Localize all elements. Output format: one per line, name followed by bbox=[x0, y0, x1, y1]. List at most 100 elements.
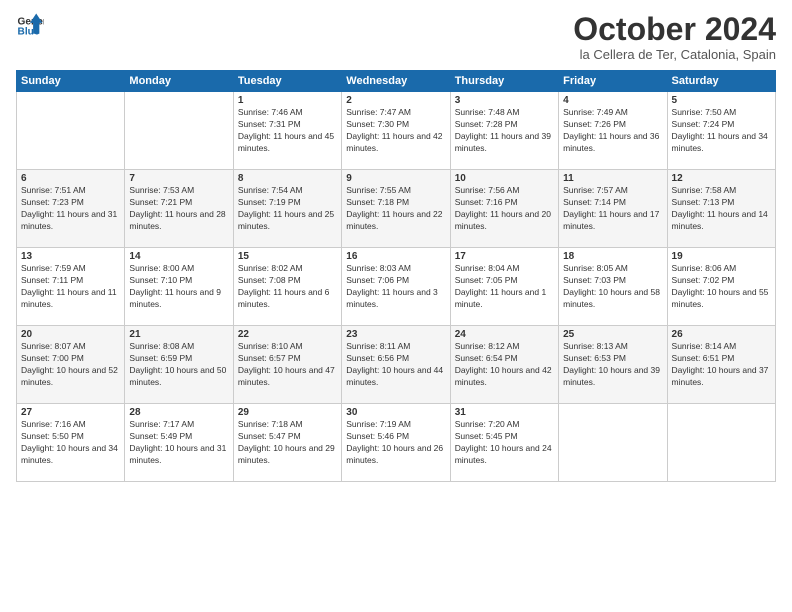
day-number: 9 bbox=[346, 173, 445, 184]
calendar-cell: 18Sunrise: 8:05 AMSunset: 7:03 PMDayligh… bbox=[559, 248, 667, 326]
day-number: 30 bbox=[346, 407, 445, 418]
day-info: Sunrise: 7:51 AMSunset: 7:23 PMDaylight:… bbox=[21, 185, 120, 233]
calendar-cell: 14Sunrise: 8:00 AMSunset: 7:10 PMDayligh… bbox=[125, 248, 233, 326]
day-info: Sunrise: 7:53 AMSunset: 7:21 PMDaylight:… bbox=[129, 185, 228, 233]
weekday-header-thursday: Thursday bbox=[450, 71, 558, 92]
calendar-cell: 16Sunrise: 8:03 AMSunset: 7:06 PMDayligh… bbox=[342, 248, 450, 326]
day-number: 10 bbox=[455, 173, 554, 184]
day-number: 8 bbox=[238, 173, 337, 184]
day-number: 7 bbox=[129, 173, 228, 184]
calendar-page: General Blue October 2024 la Cellera de … bbox=[0, 0, 792, 612]
day-info: Sunrise: 8:12 AMSunset: 6:54 PMDaylight:… bbox=[455, 341, 554, 389]
logo-icon: General Blue bbox=[16, 12, 44, 40]
calendar-cell: 22Sunrise: 8:10 AMSunset: 6:57 PMDayligh… bbox=[233, 326, 341, 404]
calendar-cell: 23Sunrise: 8:11 AMSunset: 6:56 PMDayligh… bbox=[342, 326, 450, 404]
calendar-cell: 21Sunrise: 8:08 AMSunset: 6:59 PMDayligh… bbox=[125, 326, 233, 404]
weekday-header-sunday: Sunday bbox=[17, 71, 125, 92]
day-info: Sunrise: 7:59 AMSunset: 7:11 PMDaylight:… bbox=[21, 263, 120, 311]
day-number: 24 bbox=[455, 329, 554, 340]
day-number: 3 bbox=[455, 95, 554, 106]
day-info: Sunrise: 7:56 AMSunset: 7:16 PMDaylight:… bbox=[455, 185, 554, 233]
weekday-header-friday: Friday bbox=[559, 71, 667, 92]
day-number: 12 bbox=[672, 173, 771, 184]
calendar-cell: 24Sunrise: 8:12 AMSunset: 6:54 PMDayligh… bbox=[450, 326, 558, 404]
week-row-2: 6Sunrise: 7:51 AMSunset: 7:23 PMDaylight… bbox=[17, 170, 776, 248]
day-number: 11 bbox=[563, 173, 662, 184]
logo: General Blue bbox=[16, 12, 44, 40]
week-row-5: 27Sunrise: 7:16 AMSunset: 5:50 PMDayligh… bbox=[17, 404, 776, 482]
calendar-cell: 3Sunrise: 7:48 AMSunset: 7:28 PMDaylight… bbox=[450, 92, 558, 170]
calendar-cell bbox=[559, 404, 667, 482]
day-number: 15 bbox=[238, 251, 337, 262]
day-info: Sunrise: 7:16 AMSunset: 5:50 PMDaylight:… bbox=[21, 419, 120, 467]
day-info: Sunrise: 7:57 AMSunset: 7:14 PMDaylight:… bbox=[563, 185, 662, 233]
month-title: October 2024 bbox=[573, 12, 776, 47]
title-area: October 2024 la Cellera de Ter, Cataloni… bbox=[573, 12, 776, 62]
day-info: Sunrise: 8:11 AMSunset: 6:56 PMDaylight:… bbox=[346, 341, 445, 389]
weekday-header-tuesday: Tuesday bbox=[233, 71, 341, 92]
week-row-3: 13Sunrise: 7:59 AMSunset: 7:11 PMDayligh… bbox=[17, 248, 776, 326]
calendar-cell: 6Sunrise: 7:51 AMSunset: 7:23 PMDaylight… bbox=[17, 170, 125, 248]
calendar-cell: 12Sunrise: 7:58 AMSunset: 7:13 PMDayligh… bbox=[667, 170, 775, 248]
calendar-cell: 10Sunrise: 7:56 AMSunset: 7:16 PMDayligh… bbox=[450, 170, 558, 248]
day-number: 19 bbox=[672, 251, 771, 262]
day-number: 28 bbox=[129, 407, 228, 418]
day-info: Sunrise: 8:10 AMSunset: 6:57 PMDaylight:… bbox=[238, 341, 337, 389]
day-number: 26 bbox=[672, 329, 771, 340]
day-number: 14 bbox=[129, 251, 228, 262]
day-number: 4 bbox=[563, 95, 662, 106]
day-info: Sunrise: 7:20 AMSunset: 5:45 PMDaylight:… bbox=[455, 419, 554, 467]
day-info: Sunrise: 7:48 AMSunset: 7:28 PMDaylight:… bbox=[455, 107, 554, 155]
day-number: 23 bbox=[346, 329, 445, 340]
calendar-cell: 9Sunrise: 7:55 AMSunset: 7:18 PMDaylight… bbox=[342, 170, 450, 248]
week-row-1: 1Sunrise: 7:46 AMSunset: 7:31 PMDaylight… bbox=[17, 92, 776, 170]
calendar-cell: 31Sunrise: 7:20 AMSunset: 5:45 PMDayligh… bbox=[450, 404, 558, 482]
day-info: Sunrise: 7:55 AMSunset: 7:18 PMDaylight:… bbox=[346, 185, 445, 233]
day-info: Sunrise: 7:58 AMSunset: 7:13 PMDaylight:… bbox=[672, 185, 771, 233]
calendar-cell: 5Sunrise: 7:50 AMSunset: 7:24 PMDaylight… bbox=[667, 92, 775, 170]
calendar-cell: 17Sunrise: 8:04 AMSunset: 7:05 PMDayligh… bbox=[450, 248, 558, 326]
day-info: Sunrise: 7:49 AMSunset: 7:26 PMDaylight:… bbox=[563, 107, 662, 155]
day-info: Sunrise: 7:17 AMSunset: 5:49 PMDaylight:… bbox=[129, 419, 228, 467]
calendar-cell: 29Sunrise: 7:18 AMSunset: 5:47 PMDayligh… bbox=[233, 404, 341, 482]
day-number: 31 bbox=[455, 407, 554, 418]
calendar-cell: 2Sunrise: 7:47 AMSunset: 7:30 PMDaylight… bbox=[342, 92, 450, 170]
calendar-cell: 13Sunrise: 7:59 AMSunset: 7:11 PMDayligh… bbox=[17, 248, 125, 326]
calendar-cell bbox=[667, 404, 775, 482]
day-info: Sunrise: 8:06 AMSunset: 7:02 PMDaylight:… bbox=[672, 263, 771, 311]
day-info: Sunrise: 8:03 AMSunset: 7:06 PMDaylight:… bbox=[346, 263, 445, 311]
calendar-cell: 28Sunrise: 7:17 AMSunset: 5:49 PMDayligh… bbox=[125, 404, 233, 482]
day-info: Sunrise: 7:54 AMSunset: 7:19 PMDaylight:… bbox=[238, 185, 337, 233]
day-number: 21 bbox=[129, 329, 228, 340]
calendar-cell: 27Sunrise: 7:16 AMSunset: 5:50 PMDayligh… bbox=[17, 404, 125, 482]
calendar-cell: 1Sunrise: 7:46 AMSunset: 7:31 PMDaylight… bbox=[233, 92, 341, 170]
day-number: 1 bbox=[238, 95, 337, 106]
week-row-4: 20Sunrise: 8:07 AMSunset: 7:00 PMDayligh… bbox=[17, 326, 776, 404]
location: la Cellera de Ter, Catalonia, Spain bbox=[573, 47, 776, 62]
day-info: Sunrise: 7:46 AMSunset: 7:31 PMDaylight:… bbox=[238, 107, 337, 155]
calendar-cell: 25Sunrise: 8:13 AMSunset: 6:53 PMDayligh… bbox=[559, 326, 667, 404]
day-number: 6 bbox=[21, 173, 120, 184]
weekday-header-monday: Monday bbox=[125, 71, 233, 92]
calendar-cell bbox=[17, 92, 125, 170]
calendar-cell: 15Sunrise: 8:02 AMSunset: 7:08 PMDayligh… bbox=[233, 248, 341, 326]
day-number: 18 bbox=[563, 251, 662, 262]
day-info: Sunrise: 8:00 AMSunset: 7:10 PMDaylight:… bbox=[129, 263, 228, 311]
day-number: 29 bbox=[238, 407, 337, 418]
day-number: 20 bbox=[21, 329, 120, 340]
day-number: 25 bbox=[563, 329, 662, 340]
calendar-cell: 7Sunrise: 7:53 AMSunset: 7:21 PMDaylight… bbox=[125, 170, 233, 248]
day-number: 13 bbox=[21, 251, 120, 262]
weekday-header-saturday: Saturday bbox=[667, 71, 775, 92]
day-number: 5 bbox=[672, 95, 771, 106]
day-number: 27 bbox=[21, 407, 120, 418]
day-number: 22 bbox=[238, 329, 337, 340]
day-info: Sunrise: 8:05 AMSunset: 7:03 PMDaylight:… bbox=[563, 263, 662, 311]
calendar-cell: 20Sunrise: 8:07 AMSunset: 7:00 PMDayligh… bbox=[17, 326, 125, 404]
day-info: Sunrise: 8:14 AMSunset: 6:51 PMDaylight:… bbox=[672, 341, 771, 389]
day-info: Sunrise: 8:02 AMSunset: 7:08 PMDaylight:… bbox=[238, 263, 337, 311]
calendar-cell: 4Sunrise: 7:49 AMSunset: 7:26 PMDaylight… bbox=[559, 92, 667, 170]
calendar-cell: 8Sunrise: 7:54 AMSunset: 7:19 PMDaylight… bbox=[233, 170, 341, 248]
calendar-cell bbox=[125, 92, 233, 170]
day-info: Sunrise: 8:13 AMSunset: 6:53 PMDaylight:… bbox=[563, 341, 662, 389]
